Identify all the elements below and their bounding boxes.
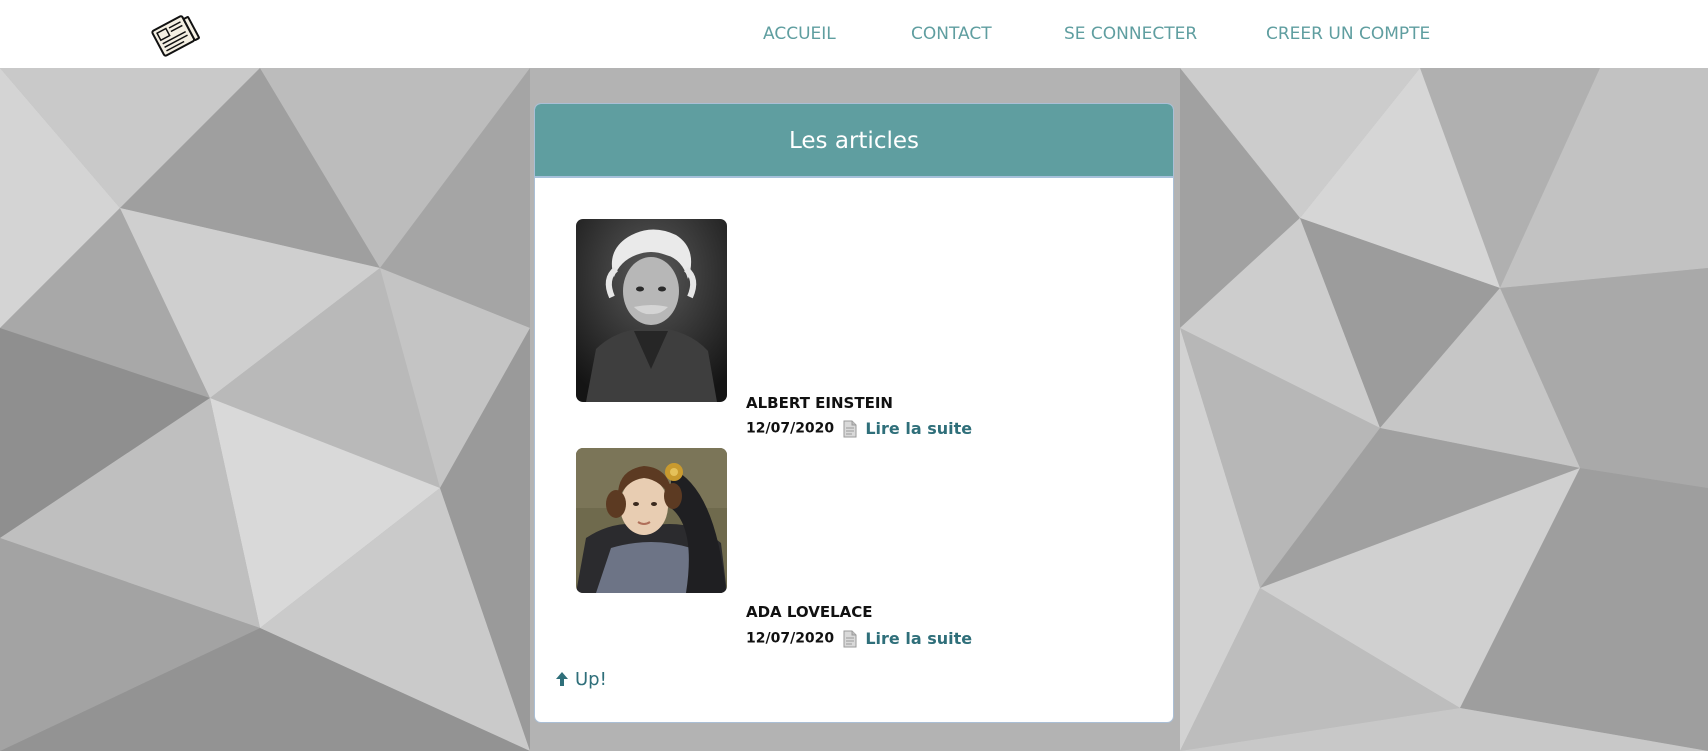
portrait-photo	[576, 219, 727, 402]
read-more-link[interactable]: Lire la suite	[865, 629, 972, 648]
top-navbar: ACCUEIL CONTACT SE CONNECTER CREER UN CO…	[0, 0, 1708, 68]
document-icon	[843, 630, 857, 647]
nav-register-link[interactable]: CREER UN COMPTE	[1266, 22, 1430, 46]
panel-title: Les articles	[789, 128, 919, 154]
portrait-painting	[576, 448, 727, 593]
article-image-lovelace[interactable]	[576, 448, 727, 593]
article-title: ALBERT EINSTEIN	[746, 394, 893, 412]
article-title: ADA LOVELACE	[746, 603, 873, 621]
nav-login-link[interactable]: SE CONNECTER	[1064, 22, 1197, 46]
article-date: 12/07/2020	[746, 420, 835, 437]
document-icon	[843, 420, 857, 437]
up-label: Up!	[575, 669, 607, 690]
article-date: 12/07/2020	[746, 630, 835, 647]
panel-header: Les articles	[535, 104, 1173, 178]
up-link[interactable]: Up!	[555, 669, 607, 690]
article-image-einstein[interactable]	[576, 219, 727, 402]
article-meta: 12/07/2020 Lire la suite	[746, 628, 972, 650]
newspaper-icon[interactable]	[150, 12, 200, 58]
up-arrow-icon	[556, 671, 568, 686]
nav-accueil-link[interactable]: ACCUEIL	[763, 22, 836, 46]
nav-contact-link[interactable]: CONTACT	[911, 22, 992, 46]
articles-panel: Les articles ALBERT EINSTEIN 12/07/2020 …	[534, 103, 1174, 723]
article-meta: 12/07/2020 Lire la suite	[746, 418, 972, 440]
read-more-link[interactable]: Lire la suite	[865, 419, 972, 438]
